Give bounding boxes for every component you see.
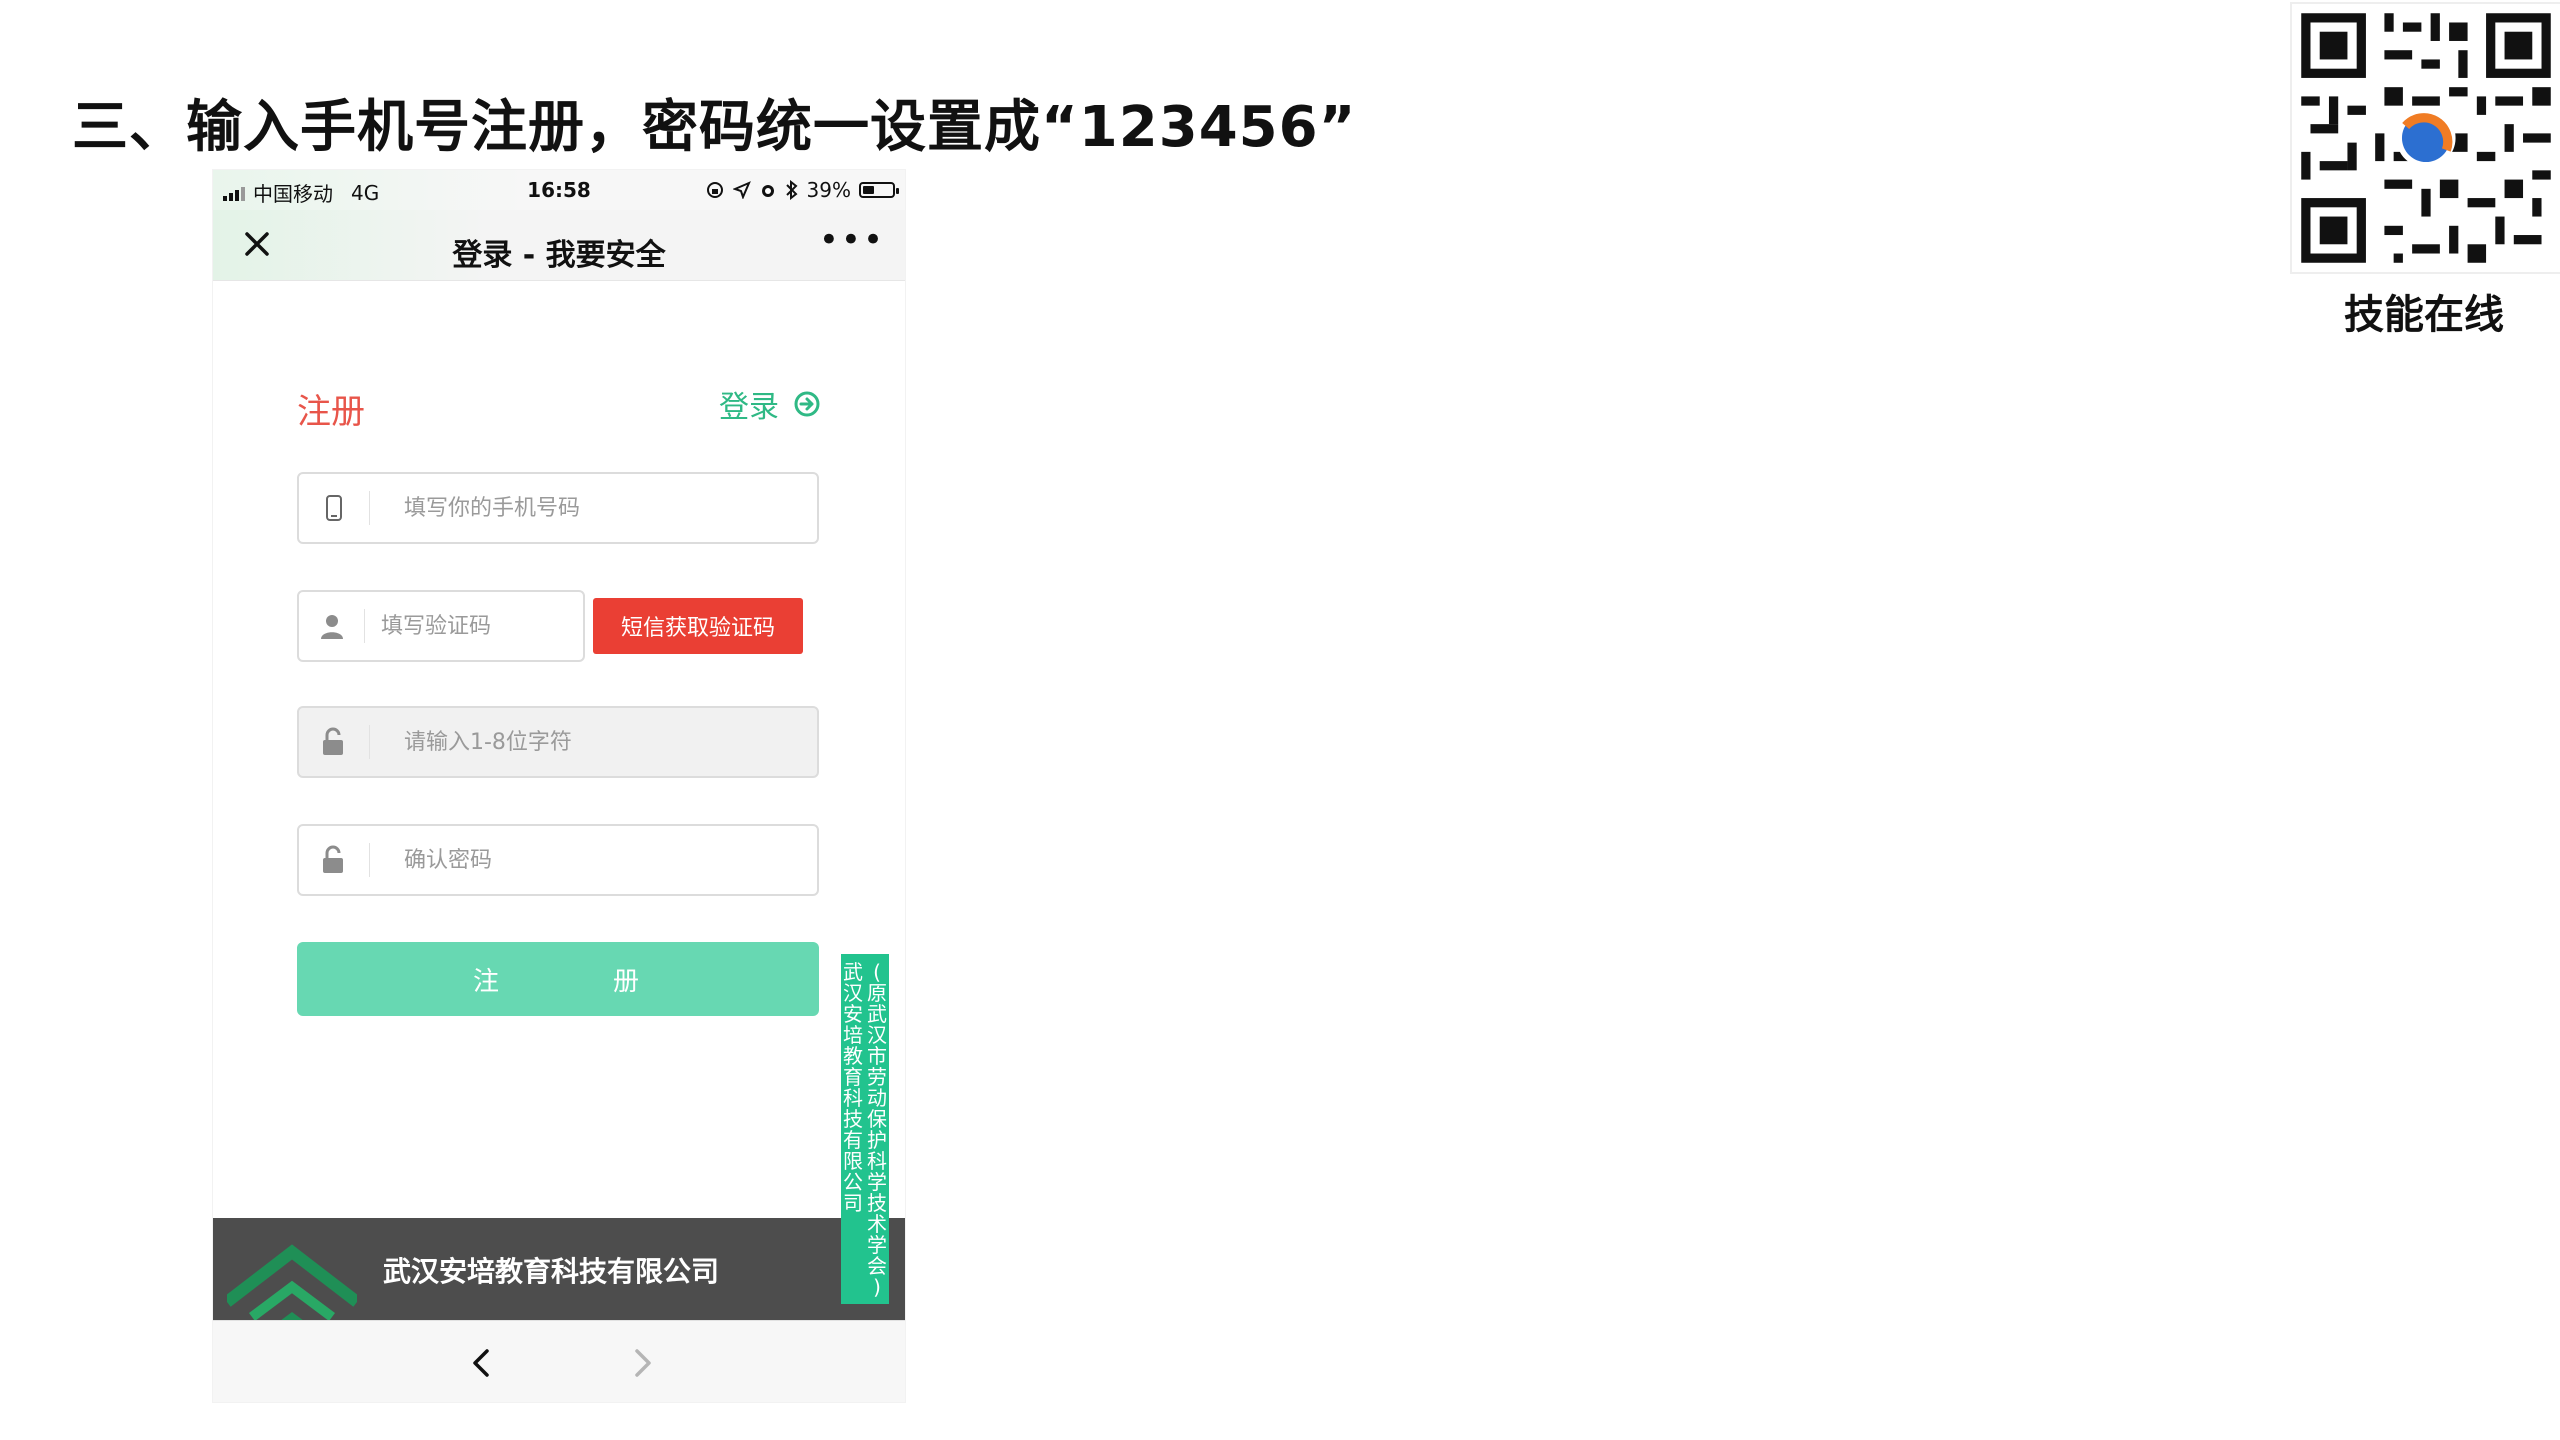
unlock-icon [323, 727, 343, 755]
badge-char: 动 [867, 1086, 887, 1110]
footer-company-name: 武汉安培教育科技有限公司 [383, 1255, 720, 1288]
battery-percent: 39% [806, 178, 851, 202]
sms-code-button[interactable]: 短信获取验证码 [593, 598, 803, 654]
badge-char: 汉 [843, 981, 863, 1005]
badge-char: 汉 [867, 1023, 887, 1047]
badge-char: 限 [843, 1149, 863, 1173]
badge-char: 武 [843, 960, 863, 984]
badge-char: 护 [867, 1128, 887, 1152]
alarm-icon [761, 185, 774, 197]
status-bar: 中国移动 4G 16:58 39% [213, 170, 905, 210]
badge-char: 培 [843, 1023, 863, 1047]
slide-title: 三、输入手机号注册，密码统一设置成“123456” [72, 95, 1357, 160]
battery-icon [859, 182, 899, 198]
badge-char: 原 [867, 981, 887, 1005]
chevron-left-icon[interactable] [461, 1343, 501, 1383]
vertical-org-badge: 武汉安培教育科技有限公司 (原武汉市劳动保护科学技术学会) [841, 954, 889, 1304]
badge-char: 科 [843, 1086, 863, 1110]
badge-char: 司 [843, 1191, 863, 1215]
qr-caption: 技能在线 [2344, 292, 2504, 338]
footer-banner: 武汉安培教育科技有限公司 [213, 1218, 905, 1320]
badge-column-2: (原武汉市劳动保护科学技术学会) [866, 960, 888, 1299]
battery-fill [863, 186, 874, 194]
bluetooth-icon [785, 180, 798, 200]
qr-code [2290, 2, 2560, 274]
nav-title: 登录 - 我要安全 [452, 238, 666, 273]
register-button-char-1: 注 [472, 966, 503, 997]
phone-input[interactable] [370, 473, 786, 543]
company-logo-icon [227, 1244, 357, 1320]
unlock-icon-wrap [299, 708, 369, 776]
user-icon-wrap [299, 592, 364, 660]
badge-char: 保 [867, 1107, 887, 1131]
register-heading: 注册 [297, 392, 365, 432]
phone-screenshot: 中国移动 4G 16:58 39% 登录 - 我要安全 ••• 注册 登录 填写… [213, 170, 905, 1402]
badge-char: ) [873, 1275, 881, 1299]
status-right: 39% [705, 178, 899, 202]
confirm-password-field[interactable] [297, 824, 819, 896]
chevron-right-icon[interactable] [623, 1343, 663, 1383]
login-link[interactable]: 登录 [719, 382, 821, 426]
badge-char: 会 [867, 1254, 887, 1278]
phone-field[interactable] [297, 472, 819, 544]
register-button[interactable]: 注 册 [297, 942, 819, 1016]
badge-char: 学 [867, 1233, 887, 1257]
badge-char: 教 [843, 1044, 863, 1068]
badge-column-1: 武汉安培教育科技有限公司 [842, 962, 864, 1296]
phone-icon-wrap [299, 474, 369, 542]
badge-char: 有 [843, 1128, 863, 1152]
badge-char: 市 [867, 1044, 887, 1068]
code-field[interactable] [297, 590, 585, 662]
code-input[interactable] [365, 591, 583, 661]
badge-char: 术 [867, 1212, 887, 1236]
badge-char: 武 [867, 1002, 887, 1026]
unlock-icon [323, 845, 343, 873]
more-menu-icon[interactable]: ••• [819, 223, 885, 257]
user-icon [320, 615, 343, 639]
orientation-lock-icon [706, 182, 723, 198]
confirm-password-input[interactable] [370, 825, 786, 895]
location-icon [732, 181, 751, 199]
nav-bar: 登录 - 我要安全 ••• [213, 210, 905, 281]
register-button-char-2: 册 [613, 966, 644, 997]
badge-char: 技 [843, 1107, 863, 1131]
login-link-label: 登录 [719, 390, 779, 425]
phone-icon [326, 495, 342, 521]
badge-char: 劳 [867, 1065, 887, 1089]
badge-char: 公 [843, 1170, 863, 1194]
badge-char: 学 [867, 1170, 887, 1194]
password-field[interactable] [297, 706, 819, 778]
qr-code-icon [2292, 4, 2560, 272]
badge-char: 科 [867, 1149, 887, 1173]
arrow-right-circle-icon [794, 391, 820, 417]
unlock-icon-wrap [299, 826, 369, 894]
form-header: 注册 登录 [297, 378, 821, 438]
badge-char: 育 [843, 1065, 863, 1089]
badge-char: 技 [867, 1191, 887, 1215]
badge-char: 安 [843, 1002, 863, 1026]
badge-char: ( [873, 960, 881, 984]
browser-toolbar [213, 1320, 905, 1402]
password-input[interactable] [370, 707, 786, 777]
